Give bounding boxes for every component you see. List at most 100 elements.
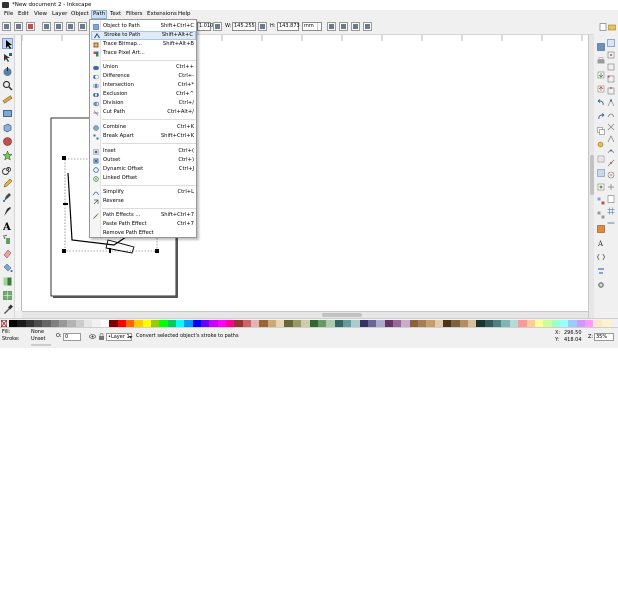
h-field[interactable]: 143.873 — [277, 22, 300, 31]
lock-proportions-button[interactable] — [213, 22, 222, 31]
xml-editor-button[interactable] — [597, 253, 605, 261]
snap-midpoints-button[interactable] — [607, 87, 615, 95]
print-button[interactable] — [597, 57, 605, 65]
rotate-cw-button[interactable] — [54, 22, 63, 31]
flip-horizontal-button[interactable] — [66, 22, 75, 31]
opacity-field[interactable]: 0 — [63, 333, 81, 341]
zoom-field[interactable]: 35% — [594, 333, 614, 341]
scale-corners-button[interactable] — [339, 22, 348, 31]
snap-corners-button[interactable] — [607, 75, 615, 83]
menu-help[interactable]: Help — [177, 10, 192, 19]
vertical-ruler[interactable] — [15, 35, 22, 311]
rectangle-tool[interactable] — [2, 108, 13, 119]
menu-item-division[interactable]: Division Ctrl+/ — [91, 99, 196, 108]
w-field[interactable]: 145.255 — [232, 22, 256, 31]
ellipse-tool[interactable] — [2, 136, 13, 147]
spiral-tool[interactable] — [2, 164, 13, 175]
snap-bbox-edges-button[interactable] — [607, 63, 615, 71]
snap-grid-button[interactable] — [607, 207, 615, 215]
redo-button[interactable] — [597, 113, 605, 121]
new-document-button[interactable] — [599, 23, 607, 31]
move-gradients-button[interactable] — [351, 22, 360, 31]
visibility-toggle[interactable] — [89, 333, 96, 340]
stroke-value[interactable]: Unset — [31, 336, 45, 343]
preferences-button[interactable] — [597, 281, 605, 289]
deselect-button[interactable] — [26, 22, 35, 31]
menu-item-exclusion[interactable]: Exclusion Ctrl+^ — [91, 90, 196, 99]
menu-filters[interactable]: Filters — [125, 10, 144, 19]
color-swatch[interactable] — [601, 320, 611, 327]
menu-file[interactable]: File — [3, 10, 14, 19]
menu-item-difference[interactable]: Difference Ctrl+- — [91, 72, 196, 81]
no-paint-swatch[interactable] — [1, 320, 7, 327]
snap-midpoint-line-button[interactable] — [607, 159, 615, 167]
undo-button[interactable] — [597, 99, 605, 107]
menu-item-simplify[interactable]: Simplify Ctrl+L — [91, 188, 196, 197]
menu-item-object-to-path[interactable]: Object to Path Shift+Ctrl+C — [91, 22, 196, 31]
unit-select[interactable]: mm — [302, 22, 322, 31]
menu-view[interactable]: View — [33, 10, 48, 19]
group-button[interactable] — [597, 197, 605, 205]
rotate-ccw-button[interactable] — [42, 22, 51, 31]
lock-toggle[interactable] — [98, 333, 105, 340]
menu-path[interactable]: Path — [91, 10, 108, 19]
pencil-tool[interactable] — [2, 178, 13, 189]
ungroup-button[interactable] — [597, 211, 605, 219]
fill-value[interactable]: None — [31, 329, 44, 336]
menu-item-outset[interactable]: Outset Ctrl+) — [91, 156, 196, 165]
menu-item-combine[interactable]: Combine Ctrl+K — [91, 123, 196, 132]
text-font-button[interactable]: A — [597, 239, 605, 247]
scale-stroke-button[interactable] — [327, 22, 336, 31]
zoom-page-button[interactable] — [597, 155, 605, 163]
gradient-tool[interactable] — [2, 276, 13, 287]
snap-rotation-center-button[interactable] — [607, 183, 615, 191]
save-button[interactable] — [597, 43, 605, 51]
spray-tool[interactable] — [2, 234, 13, 245]
calligraphy-tool[interactable] — [2, 206, 13, 217]
menu-item-cut-path[interactable]: Cut Path Ctrl+Alt+/ — [91, 108, 196, 117]
snap-intersections-button[interactable] — [607, 123, 615, 131]
text-tool[interactable]: A — [2, 220, 13, 231]
menu-edit[interactable]: Edit — [17, 10, 30, 19]
menu-item-stroke-to-path[interactable]: Stroke to Path Shift+Alt+C — [91, 31, 196, 40]
snap-center-button[interactable] — [607, 171, 615, 179]
zoom-tool[interactable] — [2, 80, 13, 91]
menu-item-break-apart[interactable]: Break Apart Shift+Ctrl+K — [91, 132, 196, 141]
menu-item-paste-path-effect[interactable]: Paste Path Effect Ctrl+7 — [91, 220, 196, 229]
3d-box-tool[interactable] — [2, 122, 13, 133]
menu-item-path-effects[interactable]: Path Effects ... Shift+Ctrl+7 — [91, 211, 196, 220]
horizontal-scrollbar[interactable] — [22, 311, 588, 318]
snap-paths-button[interactable] — [607, 111, 615, 119]
menu-object[interactable]: Object — [70, 10, 90, 19]
fill-stroke-button[interactable] — [597, 225, 605, 233]
menu-item-trace-bitmap[interactable]: Trace Bitmap... Shift+Alt+B — [91, 40, 196, 49]
x-field[interactable]: 1.010 — [197, 22, 213, 31]
copy-button[interactable] — [597, 127, 605, 135]
menu-item-remove-path-effect[interactable]: Remove Path Effect — [91, 229, 196, 238]
flip-vertical-button[interactable] — [78, 22, 87, 31]
menu-extensions[interactable]: Extensions — [146, 10, 178, 19]
menu-item-union[interactable]: Union Ctrl++ — [91, 63, 196, 72]
menu-item-intersection[interactable]: Intersection Ctrl+* — [91, 81, 196, 90]
menu-layer[interactable]: Layer — [51, 10, 68, 19]
snap-guide-button[interactable] — [607, 219, 615, 227]
paint-bucket-tool[interactable] — [2, 262, 13, 273]
zoom-fit-button[interactable] — [597, 141, 605, 149]
export-button[interactable] — [597, 85, 605, 93]
measure-tool[interactable] — [2, 94, 13, 105]
open-button[interactable] — [608, 23, 616, 31]
pen-tool[interactable] — [2, 192, 13, 203]
snap-cusp-button[interactable] — [607, 135, 615, 143]
snap-page-border-button[interactable] — [607, 195, 615, 203]
menu-text[interactable]: Text — [109, 10, 122, 19]
align-distribute-button[interactable] — [597, 267, 605, 275]
mesh-tool[interactable] — [2, 290, 13, 301]
select-all-button[interactable] — [2, 22, 11, 31]
eraser-tool[interactable] — [2, 248, 13, 259]
move-patterns-button[interactable] — [363, 22, 372, 31]
menu-item-dynamic-offset[interactable]: Dynamic Offset Ctrl+J — [91, 165, 196, 174]
menu-item-reverse[interactable]: Reverse — [91, 197, 196, 206]
menu-item-inset[interactable]: Inset Ctrl+( — [91, 147, 196, 156]
clone-button[interactable] — [597, 183, 605, 191]
menu-item-linked-offset[interactable]: Linked Offset — [91, 174, 196, 183]
